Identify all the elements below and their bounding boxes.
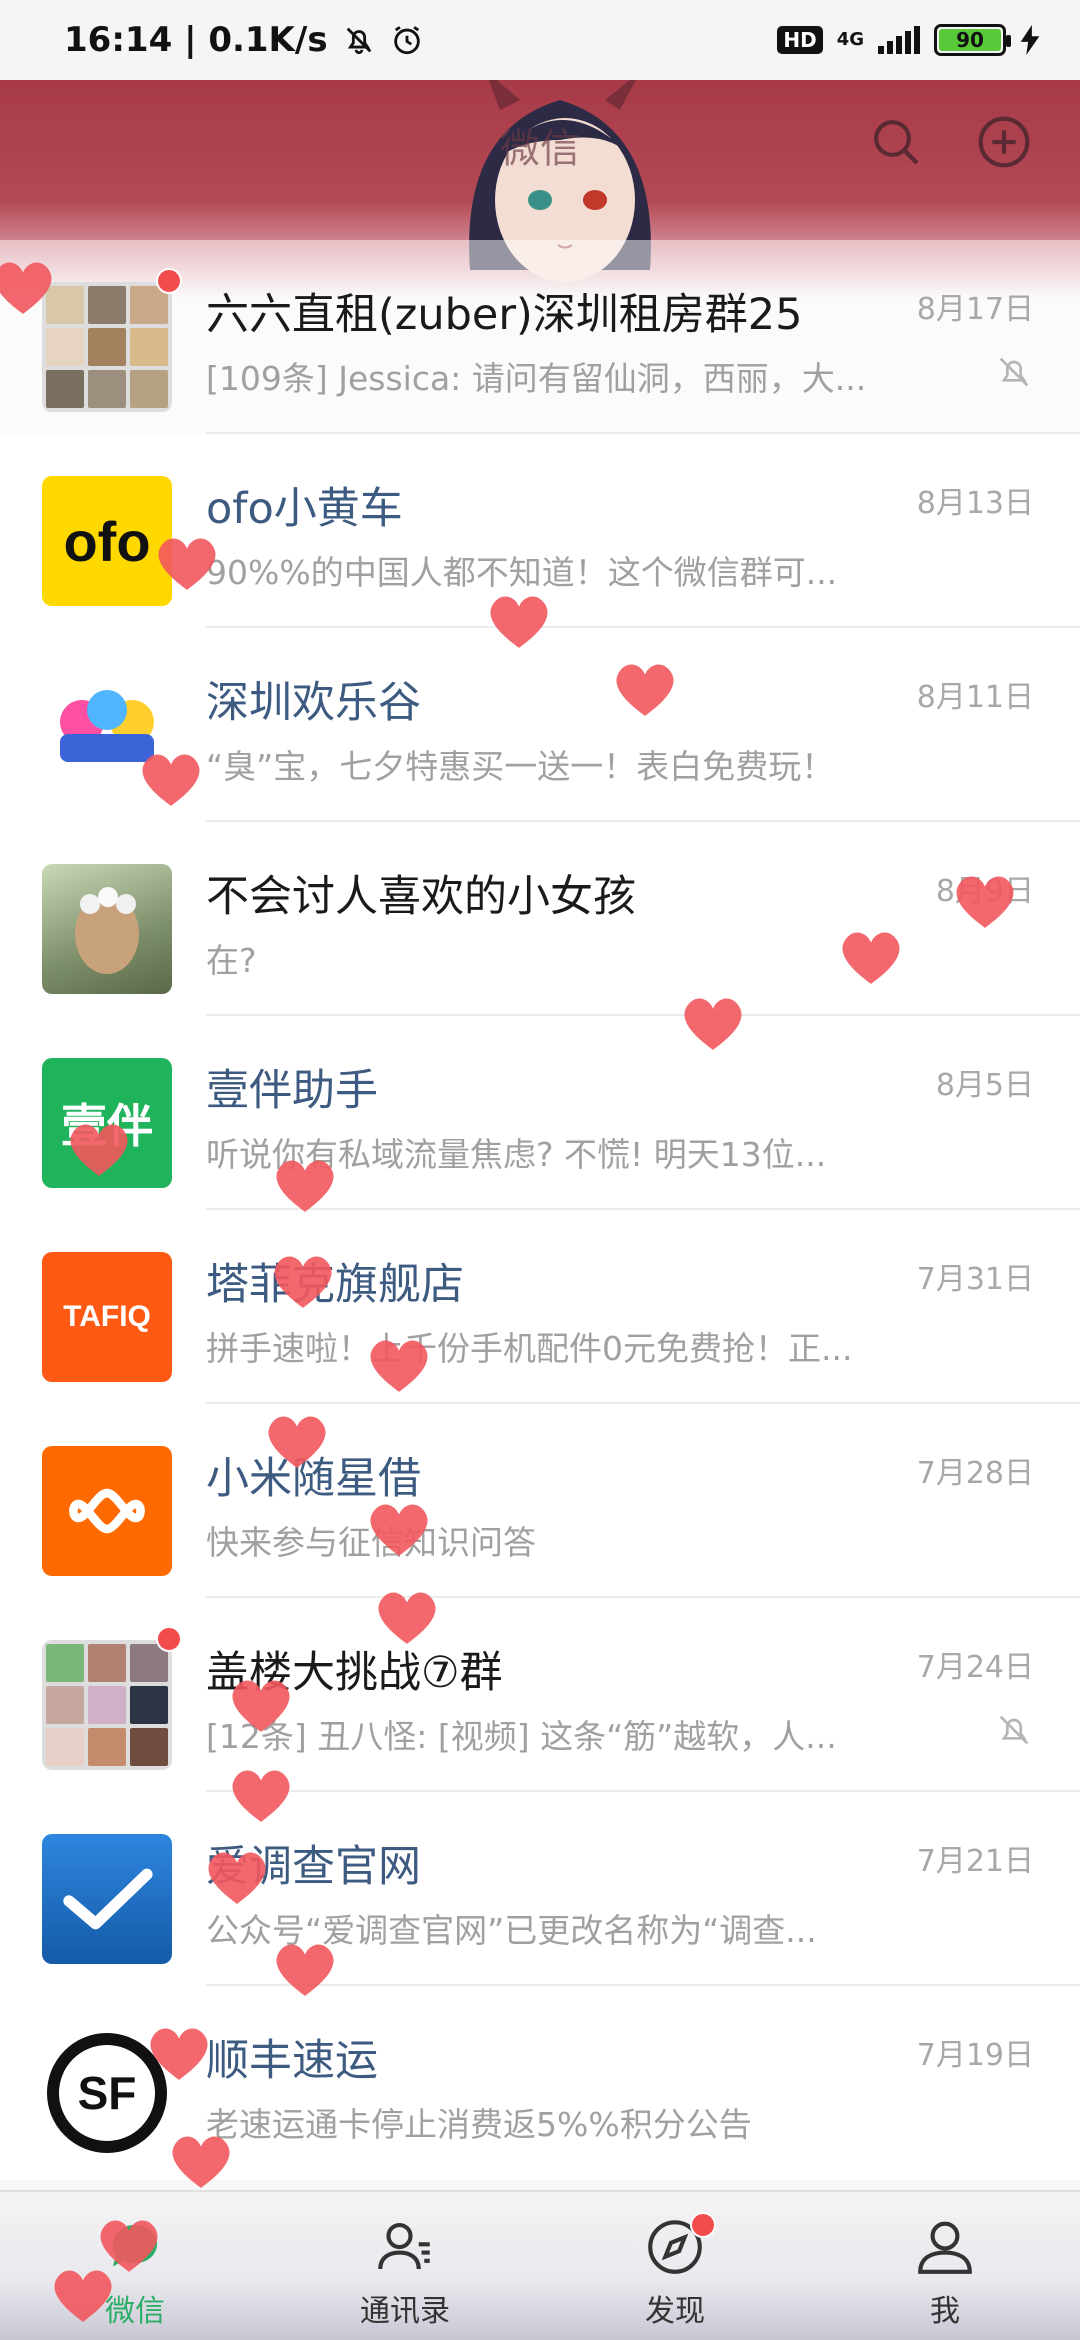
chat-item[interactable]: 爱调查官网 公众号“爱调查官网”已更改名称为“调查... 7月21日 xyxy=(0,1792,1080,1986)
chat-name: 深圳欢乐谷 xyxy=(206,678,421,728)
heart-decoration xyxy=(154,534,220,592)
group-avatar xyxy=(42,1640,172,1770)
alarm-icon xyxy=(393,26,420,55)
heart-decoration xyxy=(272,1940,338,1998)
tafiq-logo-text: TAFIQ xyxy=(63,1300,151,1333)
group-avatar xyxy=(42,282,172,412)
heart-decoration xyxy=(228,1676,294,1734)
heart-decoration xyxy=(952,872,1018,930)
heart-decoration xyxy=(612,660,678,718)
xiaomi-loan-avatar xyxy=(42,1446,172,1576)
tab-label: 我 xyxy=(930,2294,960,2329)
charging-icon xyxy=(1020,25,1040,55)
heart-decoration xyxy=(146,2024,212,2082)
chat-preview: [109条] Jessica: 请问有留仙洞，西丽，大... xyxy=(206,359,867,398)
heart-decoration xyxy=(366,1336,432,1394)
chat-date: 7月19日 xyxy=(916,2038,1034,2073)
chat-date: 7月21日 xyxy=(916,1844,1034,1879)
status-bar: 16:14 | 0.1K/s HD 4G 90 xyxy=(0,0,1080,80)
chat-preview: 90%%的中国人都不知道！这个微信群可... xyxy=(206,553,838,592)
chat-date: 8月11日 xyxy=(916,680,1034,715)
signal-icon xyxy=(878,26,920,54)
mute-bell-icon xyxy=(999,1715,1029,1745)
unread-dot xyxy=(156,268,182,294)
heart-decoration xyxy=(366,1500,432,1558)
chat-date: 8月17日 xyxy=(916,292,1034,327)
chat-item[interactable]: 小米随星借 快来参与征信知识问答 7月28日 xyxy=(0,1404,1080,1598)
heart-decoration xyxy=(204,1848,270,1906)
discover-badge-dot xyxy=(690,2212,716,2238)
chat-name: 六六直租(zuber)深圳租房群25 xyxy=(206,290,803,340)
heart-decoration xyxy=(50,2266,116,2324)
heart-decoration xyxy=(264,1412,330,1470)
chat-preview: [12条] 丑八怪: [视频] 这条“筋”越软，人... xyxy=(206,1717,837,1756)
status-time: 16:14 | 0.1K/s xyxy=(64,20,328,60)
tab-label: 通讯录 xyxy=(360,2294,450,2329)
chat-date: 8月13日 xyxy=(916,486,1034,521)
user-avatar xyxy=(42,864,172,994)
tab-label: 发现 xyxy=(645,2294,705,2329)
chat-name: 不会讨人喜欢的小女孩 xyxy=(206,872,636,922)
hd-badge: HD xyxy=(777,26,823,54)
chat-date: 7月24日 xyxy=(916,1650,1034,1685)
heart-decoration xyxy=(228,1766,294,1824)
battery-level: 90 xyxy=(939,29,1001,51)
ofo-avatar: ofo xyxy=(42,476,172,606)
heart-decoration xyxy=(0,258,56,316)
network-type: 4G xyxy=(836,29,864,50)
battery-icon: 90 xyxy=(934,24,1011,56)
unread-dot xyxy=(156,1626,182,1652)
heart-decoration xyxy=(680,994,746,1052)
sf-logo-text: SF xyxy=(77,2067,137,2119)
survey-avatar xyxy=(42,1834,172,1964)
chat-preview: 拼手速啦！上千份手机配件0元免费抢！正... xyxy=(206,1329,853,1368)
contacts-icon xyxy=(378,2222,430,2270)
person-icon xyxy=(918,2221,972,2274)
page-title: 微信 xyxy=(500,126,580,172)
girl-photo xyxy=(75,887,139,974)
chat-item[interactable]: 六六直租(zuber)深圳租房群25 [109条] Jessica: 请问有留仙… xyxy=(0,240,1080,434)
heart-decoration xyxy=(838,928,904,986)
chat-preview: 老速运通卡停止消费返5%%积分公告 xyxy=(206,2105,752,2144)
chat-preview: 在? xyxy=(206,941,257,980)
checkmark-logo xyxy=(63,1868,153,1930)
chat-item[interactable]: SF 顺丰速运 老速运通卡停止消费返5%%积分公告 7月19日 xyxy=(0,1986,1080,2180)
plus-circle-icon[interactable] xyxy=(976,114,1032,170)
chat-item[interactable]: 盖楼大挑战⑦群 [12条] 丑八怪: [视频] 这条“筋”越软，人... 7月2… xyxy=(0,1598,1080,1792)
bottom-tab-bar: 微信 通讯录 发现 我 xyxy=(0,2190,1080,2340)
chat-name: ofo小黄车 xyxy=(206,484,403,534)
tafiq-avatar: TAFIQ xyxy=(42,1252,172,1382)
chat-name: 顺丰速运 xyxy=(206,2036,378,2086)
tab-me[interactable]: 我 xyxy=(810,2192,1080,2340)
heart-decoration xyxy=(66,1120,132,1178)
chat-item[interactable]: 不会讨人喜欢的小女孩 在? 8月9日 xyxy=(0,822,1080,1016)
chat-item[interactable]: 壹伴 壹伴助手 听说你有私域流量焦虑? 不慌! 明天13位... 8月5日 xyxy=(0,1016,1080,1210)
heart-decoration xyxy=(270,1252,336,1310)
heart-decoration xyxy=(138,750,204,808)
chat-name: 壹伴助手 xyxy=(206,1066,378,1116)
tab-contacts[interactable]: 通讯录 xyxy=(270,2192,540,2340)
heart-decoration xyxy=(486,592,552,650)
chat-preview: 快来参与征信知识问答 xyxy=(206,1523,536,1562)
heart-decoration xyxy=(168,2132,234,2190)
infinity-logo xyxy=(69,1488,145,1534)
ofo-logo-text: ofo xyxy=(63,509,151,573)
chat-date: 8月5日 xyxy=(935,1068,1034,1103)
chat-item[interactable]: TAFIQ 塔菲克旗舰店 拼手速啦！上千份手机配件0元免费抢！正... 7月31… xyxy=(0,1210,1080,1404)
search-icon[interactable] xyxy=(868,114,924,170)
heart-decoration xyxy=(272,1156,338,1214)
chat-list: 六六直租(zuber)深圳租房群25 [109条] Jessica: 请问有留仙… xyxy=(0,240,1080,2180)
chat-date: 7月28日 xyxy=(916,1456,1034,1491)
bell-off-icon xyxy=(346,27,371,55)
chat-date: 7月31日 xyxy=(916,1262,1034,1297)
heart-decoration xyxy=(374,1588,440,1646)
mute-bell-icon xyxy=(999,357,1029,387)
chat-preview: “臭”宝，七夕特惠买一送一！表白免费玩！ xyxy=(206,747,835,786)
tab-discover[interactable]: 发现 xyxy=(540,2192,810,2340)
title-bar: 微信 xyxy=(0,80,1080,210)
